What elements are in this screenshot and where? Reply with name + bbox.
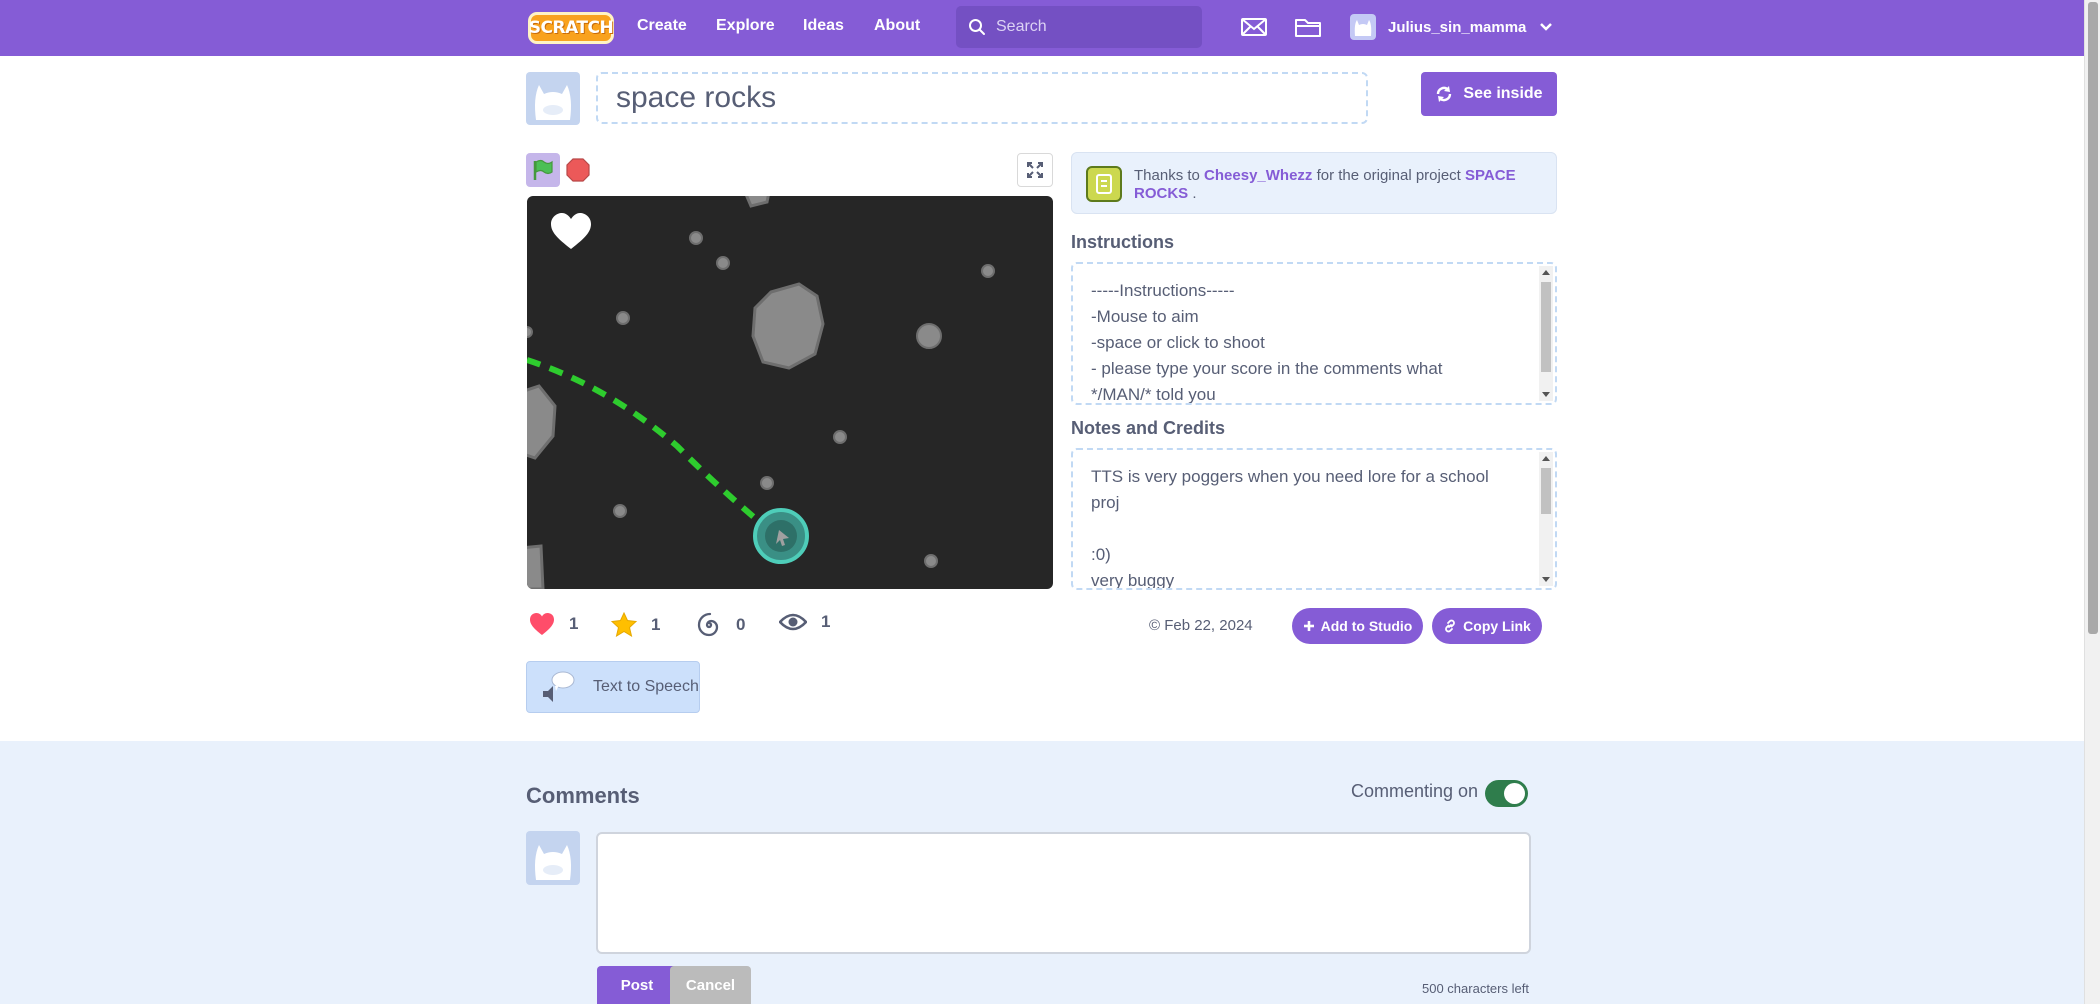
remix-credit-text: Thanks to Cheesy_Whezz for the original … [1134, 167, 1516, 202]
page-scrollbar[interactable] [2084, 0, 2100, 1004]
large-asteroid [751, 282, 825, 370]
nav-create-link[interactable]: Create [637, 17, 687, 35]
username: Julius_sin_mamma [1388, 18, 1527, 36]
plus-icon [1303, 621, 1314, 631]
search-box[interactable] [956, 6, 1202, 48]
rock [924, 554, 938, 568]
link-icon [1445, 619, 1456, 633]
fullscreen-icon [1027, 162, 1043, 178]
rock [833, 430, 847, 444]
life-heart-icon [551, 213, 591, 249]
eye-icon [779, 613, 807, 631]
remix-spiral-icon [697, 612, 719, 637]
rock [616, 311, 630, 325]
nav-about-link[interactable]: About [874, 17, 920, 35]
aim-trajectory [527, 357, 781, 541]
messages-icon[interactable] [1240, 15, 1268, 39]
rock [527, 326, 533, 338]
rock [689, 231, 703, 245]
top-asteroid [745, 196, 770, 208]
fullscreen-button[interactable] [1017, 153, 1053, 187]
bottom-left-asteroid [527, 544, 545, 589]
user-avatar [1350, 14, 1376, 40]
search-icon [969, 19, 985, 35]
scratch-logo[interactable]: SCRATCH [528, 12, 614, 44]
instructions-text: -----Instructions----- -Mouse to aim -sp… [1091, 281, 1443, 404]
search-input[interactable] [996, 18, 1196, 36]
stop-icon[interactable] [566, 158, 590, 182]
left-asteroid [527, 384, 557, 460]
characters-left-counter: 500 characters left [1422, 981, 1529, 996]
notes-text: TTS is very poggers when you need lore f… [1091, 467, 1489, 590]
heart-icon [530, 613, 554, 635]
favorites-stat[interactable]: 1 [611, 612, 660, 637]
instructions-heading: Instructions [1071, 232, 1175, 252]
instructions-textbox[interactable]: -----Instructions----- -Mouse to aim -sp… [1071, 262, 1557, 405]
project-title[interactable]: space rocks [596, 72, 1368, 124]
views-stat: 1 [779, 612, 830, 632]
rock [716, 256, 730, 270]
text-to-speech-button[interactable]: Text to Speech [526, 661, 700, 713]
remix-arrows-icon [1437, 86, 1452, 102]
author-avatar[interactable] [526, 72, 580, 125]
project-stage[interactable] [527, 196, 1053, 589]
copy-link-button[interactable]: Copy Link [1432, 608, 1542, 644]
commenting-toggle-label: Commenting on [1351, 781, 1479, 801]
add-to-studio-button[interactable]: Add to Studio [1292, 608, 1423, 644]
notes-textbox[interactable]: TTS is very poggers when you need lore f… [1071, 448, 1557, 590]
chevron-down-icon [1540, 23, 1553, 31]
top-navbar: SCRATCH Create Explore Ideas About Juliu… [0, 0, 2084, 56]
share-date: © Feb 22, 2024 [1149, 617, 1253, 634]
nav-ideas-link[interactable]: Ideas [803, 17, 844, 35]
comment-input[interactable] [596, 832, 1531, 954]
commenting-toggle[interactable] [1485, 780, 1528, 807]
post-button[interactable]: Post [597, 966, 677, 1004]
commenter-avatar [526, 831, 580, 885]
cancel-button[interactable]: Cancel [670, 966, 751, 1004]
rock [760, 476, 774, 490]
comments-heading: Comments [526, 783, 640, 808]
nav-explore-link[interactable]: Explore [716, 17, 775, 35]
remixes-stat: 0 [696, 612, 745, 638]
rock [613, 504, 627, 518]
user-menu[interactable]: Julius_sin_mamma [1350, 14, 1553, 40]
star-icon [611, 612, 637, 637]
rock [916, 323, 942, 349]
see-inside-button[interactable]: See inside [1421, 72, 1557, 116]
remix-icon [1086, 166, 1122, 202]
original-author-link[interactable]: Cheesy_Whezz [1204, 167, 1312, 184]
green-flag-icon [533, 159, 553, 180]
instructions-scrollbar[interactable] [1539, 266, 1553, 401]
speech-speaker-icon [543, 671, 575, 702]
remix-credit-box: Thanks to Cheesy_Whezz for the original … [1071, 152, 1557, 214]
green-flag-button[interactable] [526, 153, 560, 187]
notes-scrollbar[interactable] [1539, 452, 1553, 586]
my-stuff-folder-icon[interactable] [1294, 15, 1322, 39]
rock [981, 264, 995, 278]
notes-heading: Notes and Credits [1071, 418, 1226, 438]
loves-stat[interactable]: 1 [529, 612, 578, 636]
